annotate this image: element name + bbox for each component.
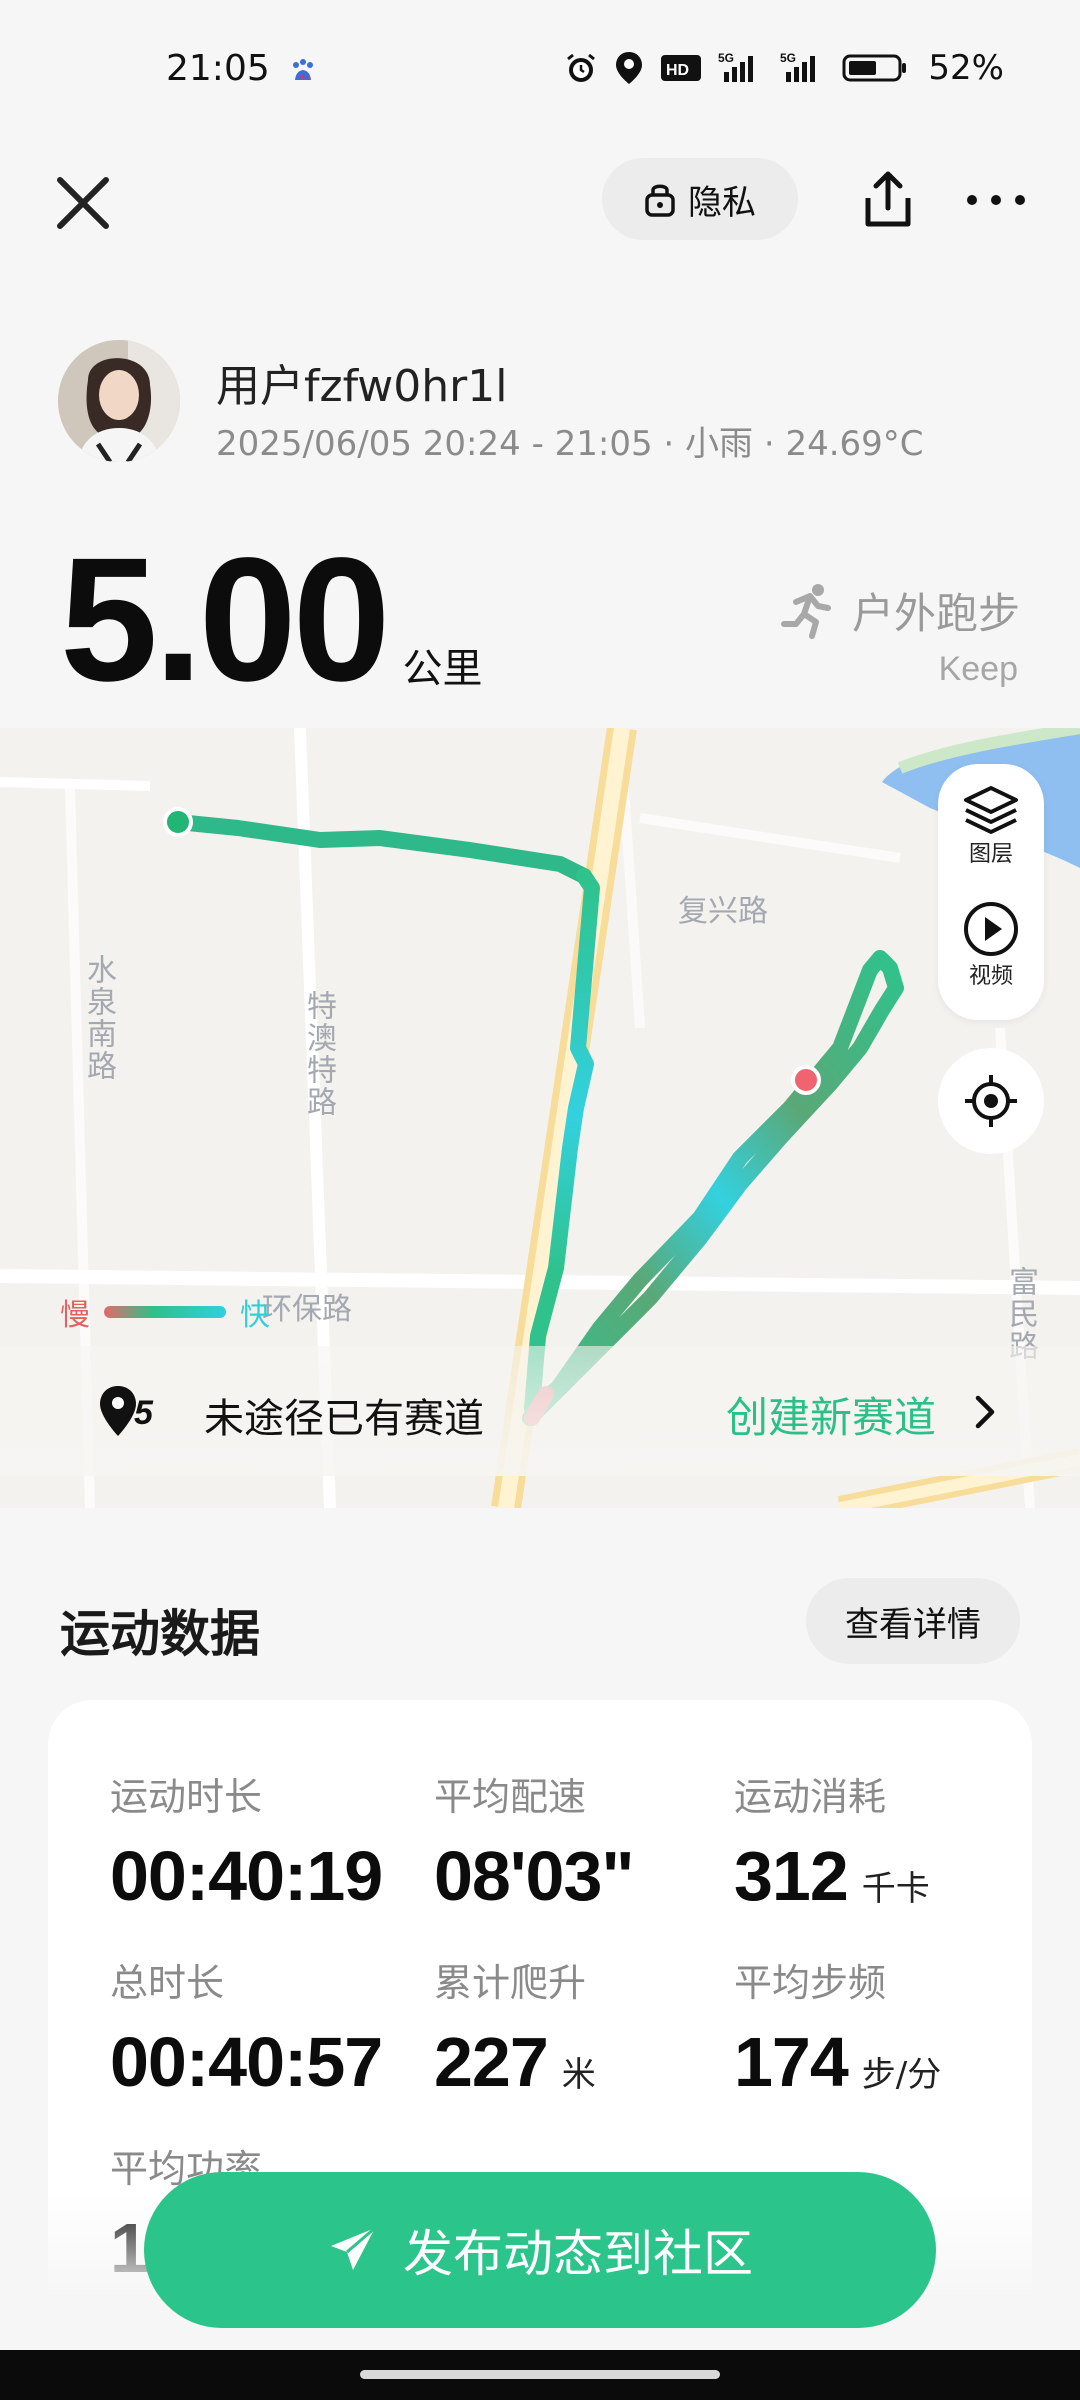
stat-total-time: 总时长 00:40:57 bbox=[110, 1952, 383, 2101]
stat-value: 174 bbox=[734, 2023, 849, 2101]
svg-text:5G: 5G bbox=[718, 51, 734, 65]
locate-icon bbox=[965, 1075, 1017, 1127]
sport-type-label: 户外跑步 bbox=[851, 589, 1020, 638]
stat-cadence: 平均步频 174 步/分 bbox=[734, 1952, 941, 2097]
stat-value: 00:40:19 bbox=[110, 1837, 383, 1915]
video-button[interactable]: 视频 bbox=[938, 900, 1044, 990]
legend-fast: 快 bbox=[240, 1298, 270, 1333]
avatar[interactable] bbox=[58, 340, 180, 462]
share-icon[interactable] bbox=[852, 164, 924, 236]
map-label-shuiquan-road: 水泉南路 bbox=[81, 954, 116, 1082]
stat-label: 总时长 bbox=[110, 1961, 225, 2005]
distance-summary: 5.00 公里 bbox=[60, 522, 483, 718]
sport-source: Keep bbox=[938, 650, 1018, 688]
stat-label: 平均配速 bbox=[434, 1775, 587, 1819]
stat-duration: 运动时长 00:40:19 bbox=[110, 1766, 383, 1915]
privacy-button[interactable]: 隐私 bbox=[602, 158, 798, 240]
stat-value: 312 bbox=[734, 1837, 849, 1915]
legend-gradient-bar bbox=[104, 1306, 226, 1318]
layers-icon bbox=[964, 786, 1018, 834]
legend-slow: 慢 bbox=[60, 1298, 90, 1333]
speed-legend: 慢 快 bbox=[60, 1290, 270, 1334]
stat-label: 运动消耗 bbox=[734, 1775, 887, 1819]
stat-unit: 米 bbox=[561, 2055, 596, 2095]
home-indicator[interactable] bbox=[360, 2370, 720, 2379]
signal-5g-icon: 5G bbox=[718, 51, 754, 82]
route-pin-icon: 5 bbox=[100, 1386, 154, 1436]
route-map[interactable]: 复兴路 水泉南路 特澳特路 环保路 富民路 图层 视频 慢 快 5 未途径已有赛… bbox=[0, 728, 1080, 1508]
stat-unit: 步/分 bbox=[861, 2055, 942, 2095]
status-time: 21:05 bbox=[166, 48, 270, 89]
create-route-link[interactable]: 创建新赛道 bbox=[726, 1384, 936, 1445]
publish-to-community-button[interactable]: 发布动态到社区 bbox=[144, 2172, 936, 2328]
distance-value: 5.00 bbox=[60, 522, 391, 718]
status-icons: HD 5G 5G 52% bbox=[564, 48, 1004, 88]
send-icon bbox=[331, 2226, 376, 2270]
stat-unit: 千卡 bbox=[861, 1869, 930, 1909]
profile-header: 用户fzfw0hr1l 2025/06/05 20:24 - 21:05 · 小… bbox=[58, 340, 1038, 470]
locate-button[interactable] bbox=[938, 1048, 1044, 1154]
status-bar: 21:05 du HD 5G 5G 52% bbox=[0, 0, 1080, 140]
stat-calories: 运动消耗 312 千卡 bbox=[734, 1766, 930, 1911]
stat-value: 08'03" bbox=[434, 1837, 635, 1915]
stat-avg-pace: 平均配速 08'03" bbox=[434, 1766, 635, 1915]
map-label-fuxing-road: 复兴路 bbox=[678, 894, 768, 929]
system-nav-bar bbox=[0, 2350, 1080, 2400]
hd-icon: HD bbox=[661, 55, 702, 81]
location-icon bbox=[616, 52, 643, 84]
more-icon[interactable] bbox=[960, 164, 1032, 236]
alarm-icon bbox=[567, 53, 596, 82]
privacy-label: 隐私 bbox=[688, 182, 756, 223]
lock-icon bbox=[645, 184, 675, 217]
baidu-icon: du bbox=[293, 59, 313, 82]
session-meta: 2025/06/05 20:24 - 21:05 · 小雨 · 24.69°C bbox=[216, 424, 924, 464]
sport-data-title: 运动数据 bbox=[60, 1605, 260, 1663]
route-badge: 5 bbox=[134, 1394, 154, 1432]
username[interactable]: 用户fzfw0hr1l bbox=[216, 350, 507, 414]
route-strip: 5 未途径已有赛道 创建新赛道 bbox=[0, 1346, 1080, 1476]
route-status-text: 未途径已有赛道 bbox=[204, 1396, 484, 1442]
sport-type: 户外跑步 bbox=[778, 580, 1020, 641]
stat-value: 00:40:57 bbox=[110, 2023, 383, 2101]
svg-text:HD: HD bbox=[666, 62, 689, 79]
map-label-teao-road: 特澳特路 bbox=[301, 990, 336, 1118]
svg-text:du: du bbox=[299, 73, 309, 82]
close-icon[interactable] bbox=[48, 168, 118, 238]
battery-percent: 52% bbox=[928, 48, 1004, 88]
play-icon bbox=[964, 902, 1018, 956]
layers-button[interactable]: 图层 bbox=[938, 784, 1044, 868]
video-label: 视频 bbox=[968, 964, 1013, 989]
view-details-button[interactable]: 查看详情 bbox=[806, 1578, 1020, 1664]
signal-5g-icon: 5G bbox=[780, 51, 816, 82]
stat-label: 平均步频 bbox=[734, 1961, 887, 2005]
top-action-bar: 隐私 bbox=[0, 150, 1080, 250]
stat-value: 227 bbox=[434, 2023, 549, 2101]
publish-label: 发布动态到社区 bbox=[403, 2225, 753, 2283]
stat-label: 累计爬升 bbox=[434, 1961, 587, 2005]
stat-label: 运动时长 bbox=[110, 1775, 263, 1819]
stat-elevation-gain: 累计爬升 227 米 bbox=[434, 1952, 596, 2097]
map-controls: 图层 视频 bbox=[938, 764, 1044, 1020]
battery-icon bbox=[842, 54, 907, 82]
map-label-huanbao-road: 环保路 bbox=[262, 1292, 352, 1327]
layers-label: 图层 bbox=[968, 842, 1013, 867]
chevron-right-icon[interactable] bbox=[970, 1390, 1000, 1434]
svg-text:5G: 5G bbox=[780, 51, 796, 65]
distance-unit: 公里 bbox=[402, 646, 483, 692]
running-icon bbox=[780, 583, 831, 639]
